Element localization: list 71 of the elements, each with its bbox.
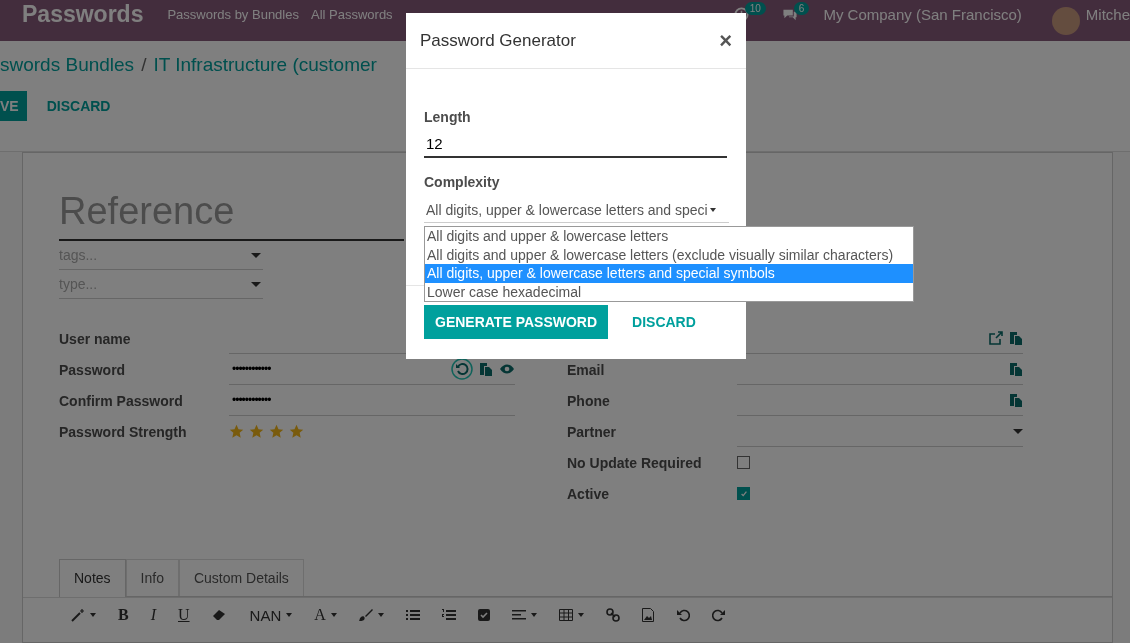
user-name[interactable]: Mitche — [1085, 6, 1130, 23]
notebook-tab[interactable]: Notes — [59, 559, 126, 597]
menu-item[interactable]: Passwords by Bundles — [167, 7, 299, 22]
generate-password-button[interactable]: GENERATE PASSWORD — [424, 305, 609, 339]
align-icon[interactable] — [511, 609, 526, 621]
length-label: Length — [424, 109, 472, 125]
checkbox[interactable] — [737, 487, 750, 500]
bullet-list-icon[interactable] — [405, 609, 420, 621]
close-button[interactable]: × — [719, 27, 732, 54]
app-title[interactable]: Passwords — [22, 1, 144, 28]
field-label: Phone — [567, 392, 611, 409]
company-switcher[interactable]: My Company (San Francisco) — [823, 6, 1022, 23]
discard-button[interactable]: DISCARD — [42, 98, 115, 114]
refresh-icon[interactable] — [451, 358, 473, 380]
undo-icon[interactable] — [675, 608, 690, 622]
complexity-option[interactable]: All digits and upper & lowercase letters (exclude visually similar characters) — [425, 245, 913, 264]
font-color-dropdown[interactable]: A — [314, 606, 337, 624]
dialog-title: Password Generator — [420, 30, 576, 51]
copy-icon[interactable] — [479, 362, 493, 376]
breadcrumb-separator: / — [141, 54, 147, 76]
field-label: Active — [567, 485, 611, 502]
copy-icon[interactable] — [1009, 362, 1023, 376]
italic-button[interactable]: I — [150, 606, 156, 624]
dropdown-caret-icon[interactable] — [251, 282, 261, 287]
star-icon — [229, 424, 244, 439]
eraser-icon[interactable] — [211, 609, 228, 621]
eye-icon[interactable] — [499, 364, 515, 374]
field-label: Confirm Password — [59, 392, 184, 409]
magic-wand-icon[interactable] — [71, 608, 85, 622]
field-label: Partner — [567, 423, 618, 440]
star-icon — [289, 424, 304, 439]
copy-icon[interactable] — [1009, 393, 1023, 407]
complexity-select[interactable]: All digits, upper & lowercase letters and speci — [424, 190, 729, 223]
numbered-list-icon[interactable] — [441, 609, 456, 621]
underline-button[interactable]: U — [178, 606, 190, 624]
external-link-icon[interactable] — [989, 331, 1003, 345]
complexity-label: Complexity — [424, 174, 501, 190]
image-icon[interactable] — [641, 608, 654, 622]
chat-icon[interactable] — [781, 7, 798, 22]
field-label: Password — [59, 361, 127, 378]
save-button[interactable]: VE — [0, 91, 27, 121]
checkmark-icon — [739, 489, 748, 498]
dropdown-caret-icon[interactable] — [251, 253, 261, 258]
link-icon[interactable] — [605, 608, 620, 622]
checkbox[interactable] — [737, 456, 750, 469]
breadcrumb-current: IT Infrastructure (customer — [153, 54, 377, 76]
complexity-option[interactable]: All digits and upper & lowercase letters — [425, 227, 913, 246]
complexity-option[interactable]: Lower case hexadecimal — [425, 282, 913, 301]
notebook-tab[interactable]: Custom Details — [178, 559, 304, 596]
menu-item[interactable]: All Passwords — [310, 7, 393, 22]
complexity-option[interactable]: All digits, upper & lowercase letters and special symbols — [425, 264, 913, 283]
field-label: Password Strength — [59, 423, 188, 440]
input-field[interactable]: •••••••••••• — [229, 385, 515, 416]
field-label: User name — [59, 330, 132, 347]
activity-count-badge: 10 — [744, 2, 766, 15]
copy-icon[interactable] — [1009, 331, 1023, 345]
table-icon[interactable] — [558, 609, 573, 621]
redo-icon[interactable] — [711, 608, 726, 622]
brush-icon[interactable] — [358, 608, 373, 622]
bold-button[interactable]: B — [118, 606, 129, 624]
breadcrumb-link[interactable]: swords Bundles — [0, 54, 135, 76]
field-label: No Update Required — [567, 454, 703, 471]
notebook-tab[interactable]: Info — [125, 559, 179, 596]
field-label: Email — [567, 361, 606, 378]
message-count-badge: 6 — [793, 2, 810, 15]
dropdown-caret-icon[interactable] — [1013, 428, 1023, 434]
checklist-icon[interactable] — [477, 609, 490, 621]
star-icon — [249, 424, 264, 439]
star-icon — [269, 424, 284, 439]
discard-button[interactable]: DISCARD — [626, 313, 702, 331]
font-size-dropdown[interactable]: NAN — [249, 606, 293, 624]
